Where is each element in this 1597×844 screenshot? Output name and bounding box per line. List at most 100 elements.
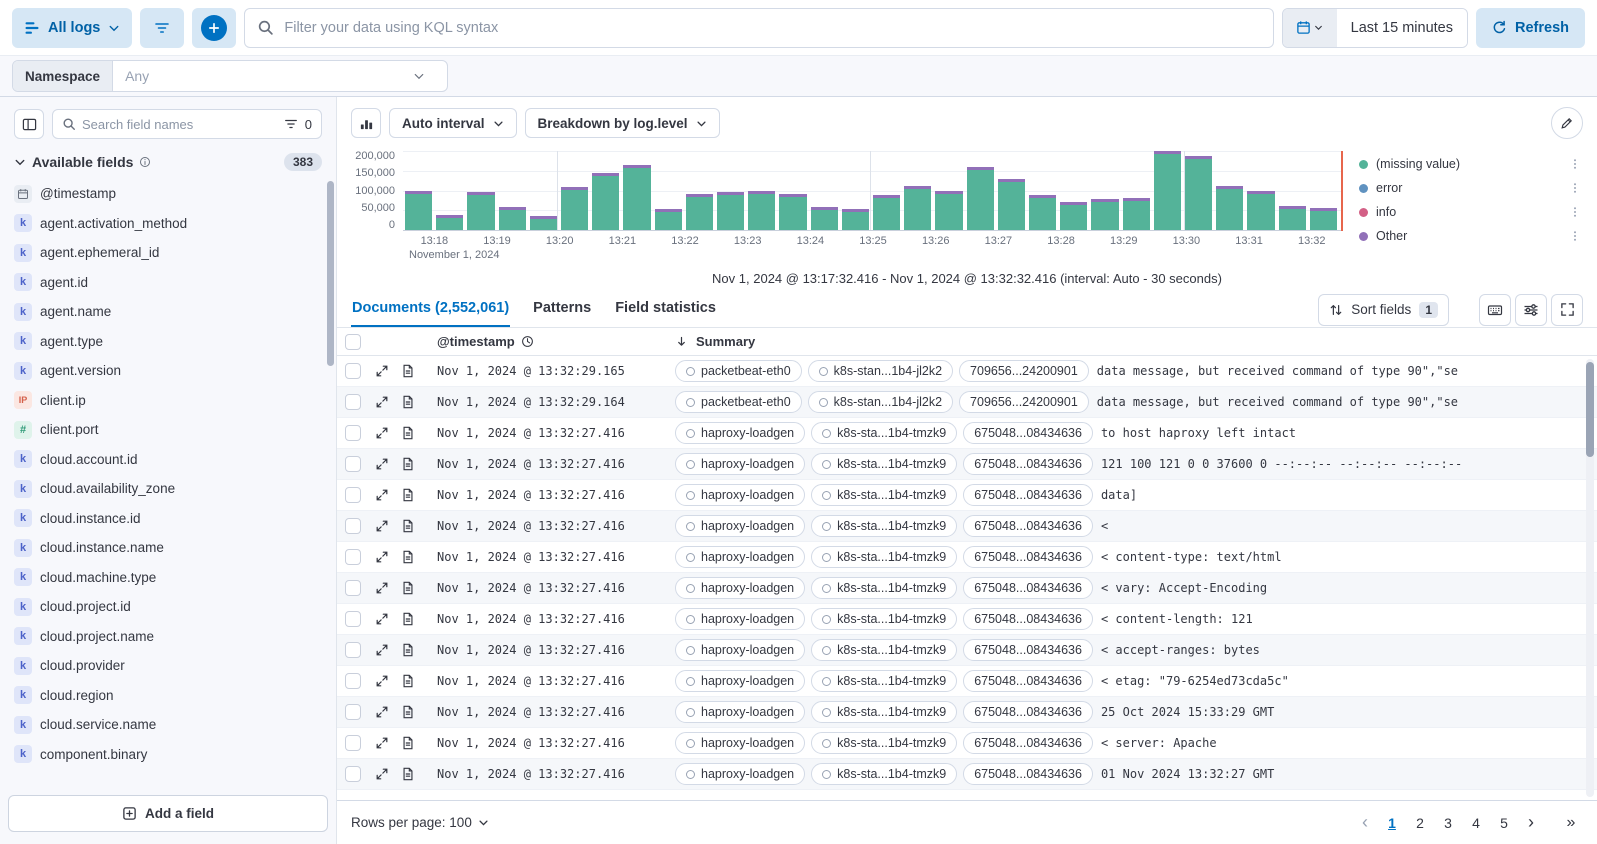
summary-badge[interactable]: k8s-stan...1b4-jl2k2	[808, 391, 953, 413]
histogram-bar[interactable]	[1154, 151, 1181, 230]
chart-toggle-button[interactable]	[351, 108, 381, 138]
expand-row-icon[interactable]	[375, 767, 389, 781]
summary-badge[interactable]: 675048...08434636	[963, 670, 1093, 692]
summary-badge[interactable]: haproxy-loadgen	[675, 577, 805, 599]
interval-dropdown[interactable]: Auto interval	[389, 108, 517, 138]
expand-row-icon[interactable]	[375, 457, 389, 471]
timestamp-column-header[interactable]: @timestamp	[437, 334, 515, 349]
summary-badge[interactable]: k8s-sta...1b4-tmzk9	[811, 701, 957, 723]
page-button-4[interactable]: 4	[1463, 809, 1489, 837]
edit-visualization-button[interactable]	[1551, 107, 1583, 139]
summary-badge[interactable]: haproxy-loadgen	[675, 422, 805, 444]
expand-row-icon[interactable]	[375, 643, 389, 657]
summary-badge[interactable]: 675048...08434636	[963, 763, 1093, 785]
kql-query-input[interactable]	[284, 20, 1260, 36]
table-row[interactable]: Nov 1, 2024 @ 13:32:27.416 haproxy-loadg…	[337, 480, 1597, 511]
doc-view-icon[interactable]	[401, 612, 415, 626]
summary-badge[interactable]: 675048...08434636	[963, 608, 1093, 630]
summary-badge[interactable]: haproxy-loadgen	[675, 670, 805, 692]
namespace-select[interactable]: Namespace Any	[12, 60, 448, 92]
summary-badge[interactable]: 709656...24200901	[959, 360, 1089, 382]
summary-badge[interactable]: k8s-sta...1b4-tmzk9	[811, 608, 957, 630]
summary-badge[interactable]: haproxy-loadgen	[675, 484, 805, 506]
legend-item[interactable]: (missing value)	[1359, 157, 1581, 171]
field-list-item[interactable]: k agent.ephemeral_id	[14, 238, 322, 268]
row-checkbox[interactable]	[345, 518, 361, 534]
time-range-button[interactable]: Last 15 minutes	[1337, 9, 1467, 47]
histogram-bar[interactable]	[436, 215, 463, 230]
summary-badge[interactable]: 709656...24200901	[959, 391, 1089, 413]
field-filter-icon[interactable]	[284, 117, 298, 131]
summary-badge[interactable]: haproxy-loadgen	[675, 763, 805, 785]
row-checkbox[interactable]	[345, 487, 361, 503]
histogram-bar[interactable]	[1279, 206, 1306, 230]
row-checkbox[interactable]	[345, 549, 361, 565]
kql-query-bar[interactable]	[244, 8, 1273, 48]
summary-badge[interactable]: 675048...08434636	[963, 546, 1093, 568]
summary-badge[interactable]: k8s-stan...1b4-jl2k2	[808, 360, 953, 382]
summary-badge[interactable]: k8s-sta...1b4-tmzk9	[811, 639, 957, 661]
expand-row-icon[interactable]	[375, 364, 389, 378]
doc-view-icon[interactable]	[401, 457, 415, 471]
histogram-bar[interactable]	[623, 165, 650, 230]
histogram-bar[interactable]	[811, 207, 838, 230]
doc-view-icon[interactable]	[401, 736, 415, 750]
keyboard-shortcuts-button[interactable]	[1479, 294, 1511, 326]
field-list-item[interactable]: k cloud.machine.type	[14, 563, 322, 593]
field-list-item[interactable]: # client.port	[14, 415, 322, 445]
table-row[interactable]: Nov 1, 2024 @ 13:32:27.416 haproxy-loadg…	[337, 604, 1597, 635]
expand-row-icon[interactable]	[375, 736, 389, 750]
doc-view-icon[interactable]	[401, 426, 415, 440]
tab-field-statistics[interactable]: Field statistics	[614, 292, 717, 327]
field-list-item[interactable]: k cloud.region	[14, 681, 322, 711]
field-list-item[interactable]: @timestamp	[14, 179, 322, 209]
row-checkbox[interactable]	[345, 611, 361, 627]
summary-badge[interactable]: 675048...08434636	[963, 453, 1093, 475]
table-row[interactable]: Nov 1, 2024 @ 13:32:27.416 haproxy-loadg…	[337, 542, 1597, 573]
summary-badge[interactable]: haproxy-loadgen	[675, 546, 805, 568]
doc-view-icon[interactable]	[401, 519, 415, 533]
table-row[interactable]: Nov 1, 2024 @ 13:32:27.416 haproxy-loadg…	[337, 418, 1597, 449]
summary-badge[interactable]: k8s-sta...1b4-tmzk9	[811, 763, 957, 785]
legend-menu-icon[interactable]	[1569, 158, 1581, 170]
summary-badge[interactable]: 675048...08434636	[963, 701, 1093, 723]
page-button-3[interactable]: 3	[1435, 809, 1461, 837]
row-checkbox[interactable]	[345, 580, 361, 596]
row-checkbox[interactable]	[345, 394, 361, 410]
histogram-bar[interactable]	[1029, 195, 1056, 230]
table-row[interactable]: Nov 1, 2024 @ 13:32:27.416 haproxy-loadg…	[337, 635, 1597, 666]
row-checkbox[interactable]	[345, 425, 361, 441]
histogram-bar[interactable]	[499, 207, 526, 230]
legend-menu-icon[interactable]	[1569, 182, 1581, 194]
field-list-item[interactable]: k cloud.instance.id	[14, 504, 322, 534]
field-list-item[interactable]: k cloud.provider	[14, 651, 322, 681]
page-button-2[interactable]: 2	[1407, 809, 1433, 837]
histogram-bar[interactable]	[998, 179, 1025, 230]
summary-column-header[interactable]: Summary	[696, 334, 755, 349]
previous-page-button[interactable]: ‹	[1353, 809, 1377, 837]
doc-view-icon[interactable]	[401, 395, 415, 409]
field-list-item[interactable]: IP client.ip	[14, 386, 322, 416]
data-view-picker[interactable]: All logs	[12, 8, 132, 48]
available-fields-header[interactable]: Available fields 383	[0, 151, 336, 179]
add-field-button[interactable]: Add a field	[8, 795, 328, 832]
table-row[interactable]: Nov 1, 2024 @ 13:32:27.416 haproxy-loadg…	[337, 449, 1597, 480]
summary-badge[interactable]: haproxy-loadgen	[675, 453, 805, 475]
table-row[interactable]: Nov 1, 2024 @ 13:32:29.165 packetbeat-et…	[337, 356, 1597, 387]
summary-badge[interactable]: 675048...08434636	[963, 577, 1093, 599]
summary-badge[interactable]: haproxy-loadgen	[675, 639, 805, 661]
table-row[interactable]: Nov 1, 2024 @ 13:32:27.416 haproxy-loadg…	[337, 728, 1597, 759]
doc-view-icon[interactable]	[401, 550, 415, 564]
field-search-input[interactable]	[82, 117, 278, 132]
summary-badge[interactable]: k8s-sta...1b4-tmzk9	[811, 670, 957, 692]
quick-select-date-button[interactable]	[1283, 9, 1337, 47]
table-row[interactable]: Nov 1, 2024 @ 13:32:27.416 haproxy-loadg…	[337, 697, 1597, 728]
summary-badge[interactable]: haproxy-loadgen	[675, 701, 805, 723]
next-page-button[interactable]: ›	[1519, 809, 1543, 837]
field-list-item[interactable]: k cloud.project.name	[14, 622, 322, 652]
row-checkbox[interactable]	[345, 363, 361, 379]
field-list-item[interactable]: k cloud.availability_zone	[14, 474, 322, 504]
table-row[interactable]: Nov 1, 2024 @ 13:32:27.416 haproxy-loadg…	[337, 666, 1597, 697]
collapse-sidebar-button[interactable]	[14, 109, 44, 139]
row-checkbox[interactable]	[345, 673, 361, 689]
